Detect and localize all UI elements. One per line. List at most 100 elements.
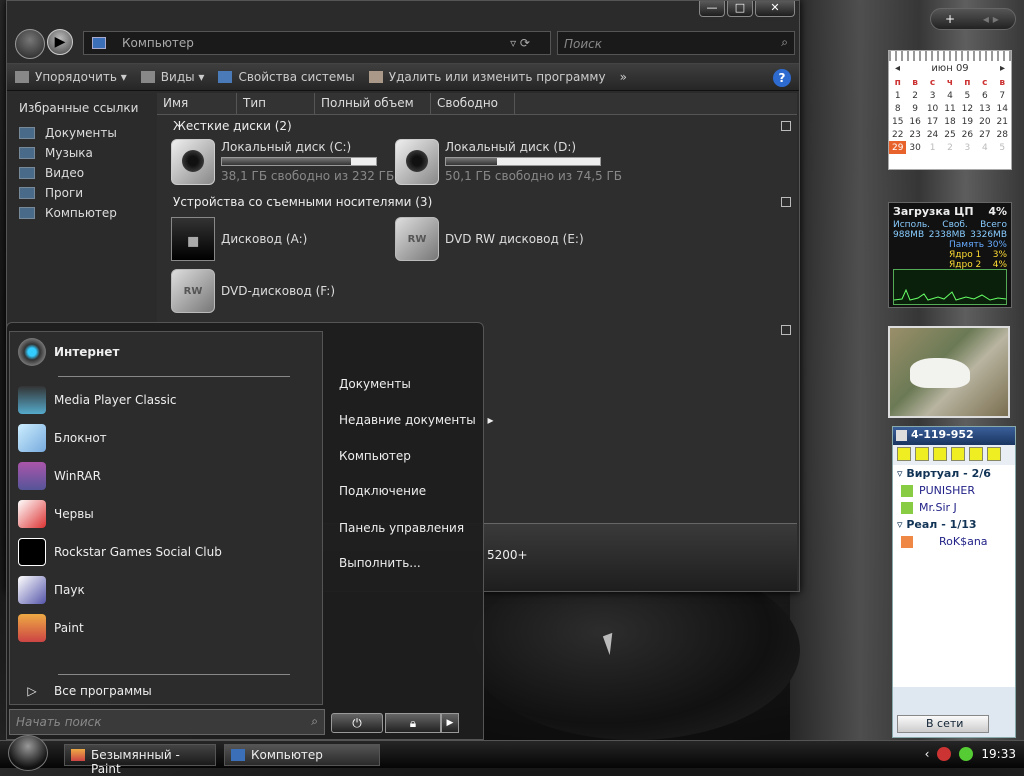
column-type[interactable]: Тип <box>237 93 315 114</box>
calendar-day[interactable]: 6 <box>976 89 993 102</box>
maximize-button[interactable]: □ <box>727 1 753 17</box>
drive-a[interactable]: ▪ Дисковод (A:) <box>171 217 307 261</box>
calendar-day[interactable]: 12 <box>959 102 976 115</box>
column-name[interactable]: Имя <box>157 93 237 114</box>
prev-month-button[interactable]: ◂ <box>895 63 900 74</box>
calendar-day[interactable]: 13 <box>976 102 993 115</box>
calendar-day[interactable]: 3 <box>924 89 941 102</box>
calendar-day[interactable]: 29 <box>889 141 907 154</box>
group-hdd[interactable]: Жесткие диски (2) <box>173 119 292 133</box>
place-control-panel[interactable]: Панель управления <box>339 521 464 535</box>
nav-item-programs[interactable]: Проги <box>7 183 155 203</box>
nav-item-computer[interactable]: Компьютер <box>7 203 155 223</box>
icq-tool-icon[interactable] <box>915 447 929 461</box>
contact-item[interactable]: RoK$ana <box>893 533 1015 550</box>
program-item[interactable]: Паук <box>18 576 85 604</box>
taskbar-button-paint[interactable]: Безымянный - Paint <box>64 744 216 776</box>
uninstall-button[interactable]: Удалить или изменить программу <box>368 70 606 84</box>
shutdown-options-button[interactable]: ▶ <box>441 713 459 733</box>
all-programs-button[interactable]: ▷ Все программы <box>18 684 151 698</box>
calendar-day[interactable]: 10 <box>924 102 941 115</box>
address-bar[interactable]: Компьютер ▿ ⟳ <box>83 31 551 55</box>
icq-tool-icon[interactable] <box>987 447 1001 461</box>
clock[interactable]: 19:33 <box>981 747 1016 761</box>
calendar-day[interactable]: 1 <box>924 141 941 154</box>
forward-button[interactable]: ▶ <box>47 29 73 55</box>
calendar-day[interactable]: 20 <box>976 115 993 128</box>
search-icon[interactable]: ⌕ <box>311 714 318 729</box>
calendar-day[interactable]: 7 <box>994 89 1011 102</box>
calendar-day[interactable]: 27 <box>976 128 993 141</box>
organize-button[interactable]: Упорядочить ▾ <box>15 70 127 84</box>
place-computer[interactable]: Компьютер <box>339 449 411 463</box>
icq-tool-icon[interactable] <box>969 447 983 461</box>
chevron-left-icon[interactable]: ‹ <box>925 747 930 761</box>
calendar-day[interactable]: 8 <box>889 102 906 115</box>
taskbar-button-computer[interactable]: Компьютер <box>224 744 380 766</box>
calendar-day[interactable]: 2 <box>906 89 923 102</box>
calendar-day[interactable]: 18 <box>941 115 958 128</box>
contact-item[interactable]: Mr.Sir J <box>893 499 1015 516</box>
column-total-size[interactable]: Полный объем <box>315 93 431 114</box>
calendar-day[interactable]: 4 <box>976 141 993 154</box>
system-properties-button[interactable]: Свойства системы <box>218 70 355 84</box>
slideshow-gadget-cat-photo[interactable] <box>888 326 1010 418</box>
pinned-internet[interactable]: Интернет <box>18 338 119 366</box>
start-search-input[interactable]: Начать поиск ⌕ <box>9 709 325 735</box>
chevron-left-icon[interactable]: ◂ ▸ <box>983 12 999 26</box>
start-button[interactable] <box>8 735 48 771</box>
calendar-day[interactable]: 5 <box>994 141 1011 154</box>
nav-item-music[interactable]: Музыка <box>7 143 155 163</box>
calendar-day[interactable]: 19 <box>959 115 976 128</box>
minimize-button[interactable]: — <box>699 1 725 17</box>
icq-tool-icon[interactable] <box>933 447 947 461</box>
calendar-day[interactable]: 2 <box>941 141 958 154</box>
program-item[interactable]: WinRAR <box>18 462 101 490</box>
more-button[interactable]: » <box>620 70 627 84</box>
place-connect[interactable]: Подключение <box>339 484 426 498</box>
calendar-day[interactable]: 3 <box>959 141 976 154</box>
calendar-day[interactable]: 17 <box>924 115 941 128</box>
icq-tool-icon[interactable] <box>951 447 965 461</box>
power-button[interactable]: ⏻ <box>331 713 383 733</box>
calendar-day[interactable]: 11 <box>941 102 958 115</box>
place-run[interactable]: Выполнить... <box>339 556 421 570</box>
calendar-day[interactable]: 28 <box>994 128 1011 141</box>
lock-button[interactable]: 🔒︎ <box>385 713 441 733</box>
contact-group[interactable]: ▿ Реал - 1/13 <box>893 516 1015 533</box>
drive-c[interactable]: Локальный диск (C:) 38,1 ГБ свободно из … <box>171 139 394 185</box>
group-collapse-checkbox[interactable] <box>781 121 791 131</box>
program-item[interactable]: Червы <box>18 500 94 528</box>
place-documents[interactable]: Документы <box>339 377 411 391</box>
calendar-day[interactable]: 14 <box>994 102 1011 115</box>
program-item[interactable]: Paint <box>18 614 84 642</box>
calendar-day[interactable]: 15 <box>889 115 906 128</box>
group-removable[interactable]: Устройства со съемными носителями (3) <box>173 195 432 209</box>
icq-status-button[interactable]: В сети <box>897 715 989 733</box>
calendar-day[interactable]: 4 <box>941 89 958 102</box>
calendar-day[interactable]: 22 <box>889 128 906 141</box>
drive-f[interactable]: RW DVD-дисковод (F:) <box>171 269 335 313</box>
help-icon[interactable]: ? <box>773 69 791 87</box>
program-item[interactable]: Блокнот <box>18 424 107 452</box>
program-item[interactable]: Media Player Classic <box>18 386 177 414</box>
antivirus-icon[interactable] <box>937 747 952 761</box>
next-month-button[interactable]: ▸ <box>1000 63 1005 74</box>
calendar-day[interactable]: 5 <box>959 89 976 102</box>
close-button[interactable]: ✕ <box>755 1 795 17</box>
contact-group[interactable]: ▿ Виртуал - 2/6 <box>893 465 1015 482</box>
search-input[interactable]: Поиск ⌕ <box>557 31 795 55</box>
contact-item[interactable]: PUNISHER <box>893 482 1015 499</box>
icq-flower-icon[interactable] <box>959 747 974 761</box>
calendar-day[interactable]: 30 <box>906 141 923 154</box>
program-item[interactable]: Rockstar Games Social Club <box>18 538 222 566</box>
calendar-day[interactable]: 26 <box>959 128 976 141</box>
calendar-day[interactable]: 25 <box>941 128 958 141</box>
group-collapse-checkbox[interactable] <box>781 325 791 335</box>
calendar-day[interactable]: 1 <box>889 89 906 102</box>
drive-d[interactable]: Локальный диск (D:) 50,1 ГБ свободно из … <box>395 139 622 185</box>
views-button[interactable]: Виды ▾ <box>140 70 204 84</box>
calendar-day[interactable]: 9 <box>906 102 923 115</box>
calendar-day[interactable]: 21 <box>994 115 1011 128</box>
nav-item-video[interactable]: Видео <box>7 163 155 183</box>
